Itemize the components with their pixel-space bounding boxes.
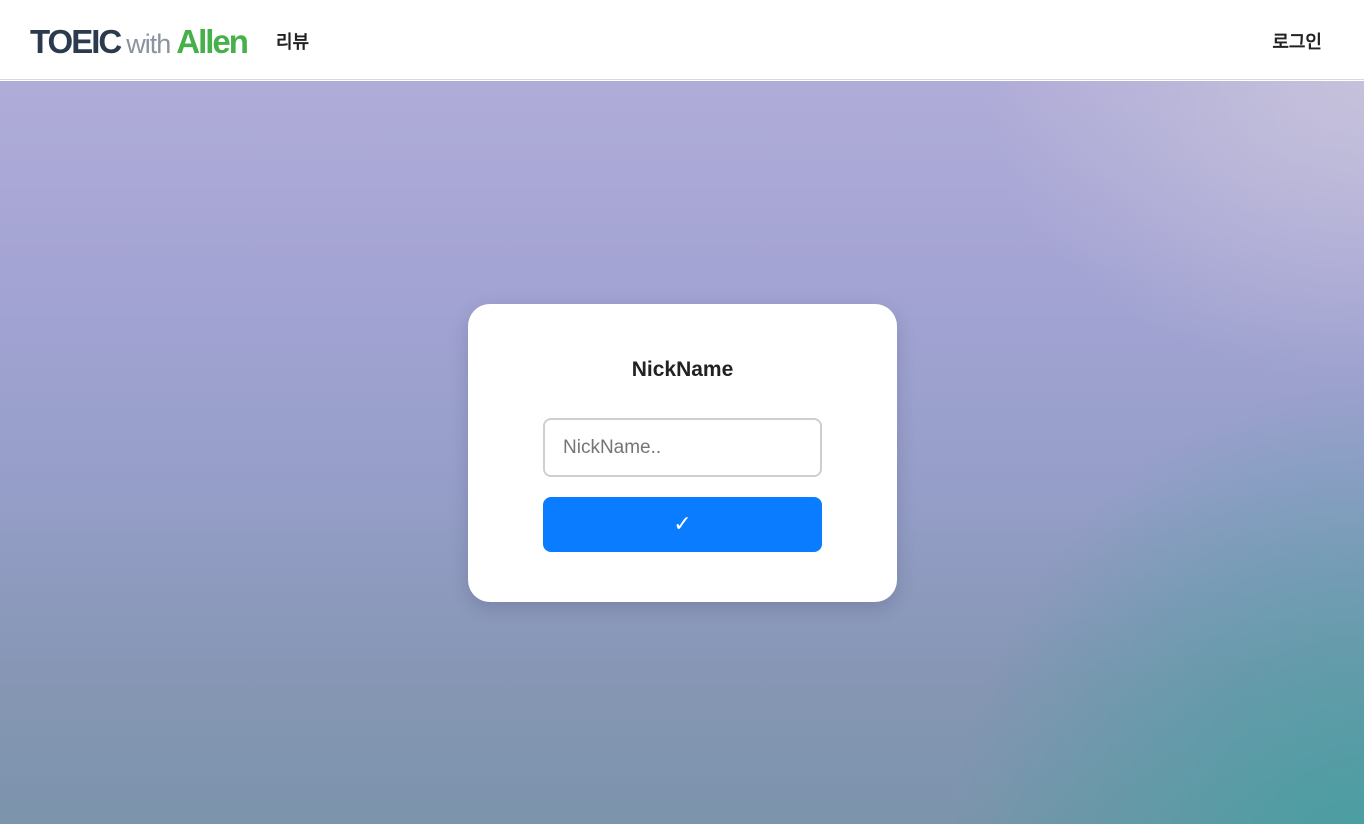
site-logo[interactable]: TOEIC with Allen <box>30 22 249 64</box>
nav-review-link[interactable]: 리뷰 <box>276 28 309 54</box>
nav-login-link[interactable]: 로그인 <box>1272 28 1322 54</box>
nickname-card: NickName ✓ <box>468 304 897 602</box>
nickname-input[interactable] <box>543 418 822 477</box>
top-navbar: TOEIC with Allen 리뷰 로그인 <box>0 0 1364 80</box>
logo-with: with <box>126 29 171 59</box>
checkmark-icon: ✓ <box>673 512 692 537</box>
card-title: NickName <box>631 358 734 381</box>
logo-allen: Allen <box>176 23 249 60</box>
submit-button[interactable]: ✓ <box>543 497 822 552</box>
logo-toeic: TOEIC <box>30 23 122 60</box>
